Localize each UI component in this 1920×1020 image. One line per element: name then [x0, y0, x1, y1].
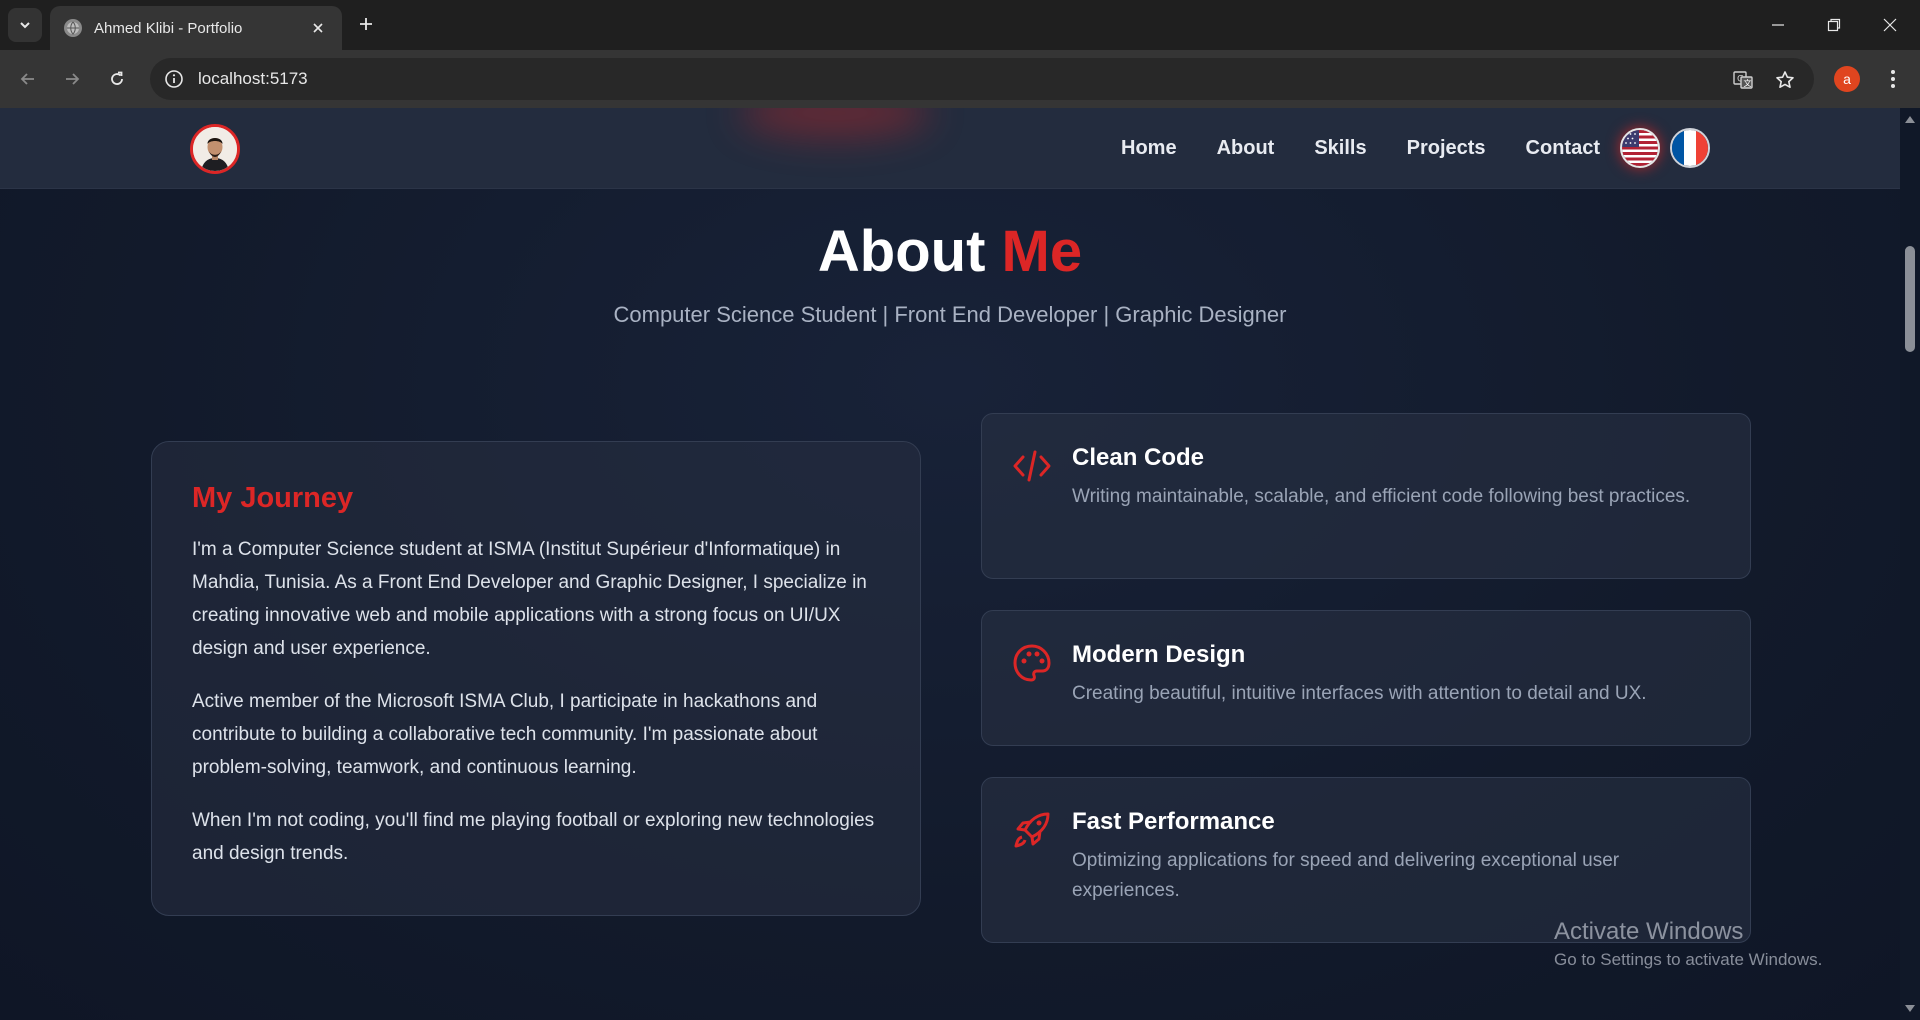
scrollbar-thumb[interactable]: [1905, 246, 1915, 352]
close-icon: [1883, 18, 1897, 32]
journey-paragraph: When I'm not coding, you'll find me play…: [192, 810, 875, 864]
decorative-glow: [740, 108, 930, 138]
new-tab-button[interactable]: [352, 10, 380, 38]
tab-title: Ahmed Klibi - Portfolio: [94, 19, 243, 37]
forward-button[interactable]: [56, 63, 88, 95]
restore-icon: [1827, 18, 1841, 32]
browser-tab-bar: Ahmed Klibi - Portfolio: [0, 0, 1920, 50]
reload-button[interactable]: [101, 63, 133, 95]
translate-icon[interactable]: G文: [1730, 67, 1756, 93]
logo-avatar[interactable]: [190, 124, 240, 174]
windows-activation-watermark: Activate Windows Go to Settings to activ…: [1554, 918, 1822, 970]
title-accent: Me: [1001, 219, 1083, 284]
nav-home[interactable]: Home: [1121, 137, 1177, 160]
more-vertical-icon: [1891, 70, 1895, 88]
browser-tab[interactable]: Ahmed Klibi - Portfolio: [50, 6, 342, 50]
arrow-right-icon: [66, 73, 80, 85]
journey-paragraph: I'm a Computer Science student at ISMA (…: [192, 539, 867, 659]
nav-contact[interactable]: Contact: [1526, 137, 1600, 160]
url-text[interactable]: localhost:5173: [198, 69, 308, 89]
site-navbar: Home About Skills Projects Contact: [0, 108, 1900, 189]
site-info-icon[interactable]: [164, 69, 184, 89]
journey-paragraph: Active member of the Microsoft ISMA Club…: [192, 691, 818, 778]
page-scrollbar[interactable]: [1900, 108, 1920, 1020]
feature-title: Clean Code: [1072, 444, 1205, 471]
feature-description: Creating beautiful, intuitive interfaces…: [1072, 683, 1647, 704]
plus-icon: [360, 18, 372, 30]
nav-about[interactable]: About: [1217, 137, 1275, 160]
chevron-down-icon: [20, 22, 30, 29]
restore-button[interactable]: [1806, 0, 1862, 50]
globe-icon: [64, 19, 82, 37]
nav-projects[interactable]: Projects: [1407, 137, 1486, 160]
palette-icon: [1013, 644, 1051, 682]
scroll-up-icon[interactable]: [1905, 114, 1915, 124]
feature-title: Modern Design: [1072, 641, 1246, 668]
us-flag-icon[interactable]: [1620, 128, 1660, 168]
feature-card-modern-design: Modern Design Creating beautiful, intuit…: [981, 610, 1751, 746]
feature-description: Writing maintainable, scalable, and effi…: [1072, 486, 1691, 507]
nav-skills[interactable]: Skills: [1314, 137, 1366, 160]
watermark-line2: Go to Settings to activate Windows.: [1554, 950, 1823, 969]
minimize-icon: [1772, 24, 1784, 26]
browser-menu-button[interactable]: [1880, 64, 1906, 94]
arrow-left-icon: [20, 73, 34, 85]
bookmark-star-icon[interactable]: [1772, 67, 1798, 93]
feature-title: Fast Performance: [1072, 808, 1275, 835]
france-flag-icon[interactable]: [1670, 128, 1710, 168]
rocket-icon: [1014, 812, 1050, 848]
tab-close-icon[interactable]: [308, 18, 328, 38]
feature-description: Optimizing applications for speed and de…: [1072, 850, 1620, 901]
back-button[interactable]: [12, 63, 44, 95]
close-window-button[interactable]: [1862, 0, 1918, 50]
scroll-down-icon[interactable]: [1905, 1004, 1915, 1014]
title-main: About: [817, 219, 986, 284]
svg-text:文: 文: [1744, 78, 1752, 88]
reload-icon: [111, 71, 123, 85]
main-menu: Home About Skills Projects Contact: [1081, 108, 1600, 189]
tab-search-button[interactable]: [8, 8, 42, 42]
feature-card-clean-code: Clean Code Writing maintainable, scalabl…: [981, 413, 1751, 579]
page-subtitle: Computer Science Student | Front End Dev…: [613, 302, 1287, 327]
profile-avatar[interactable]: a: [1834, 66, 1860, 92]
browser-toolbar: localhost:5173 G文 a: [0, 50, 1920, 108]
code-icon: [1013, 450, 1051, 482]
page-viewport: Home About Skills Projects Contact About…: [0, 108, 1900, 1020]
address-bar[interactable]: localhost:5173 G文: [150, 58, 1814, 100]
minimize-button[interactable]: [1750, 0, 1806, 50]
journey-card: My Journey I'm a Computer Science studen…: [151, 441, 921, 916]
journey-title: My Journey: [192, 482, 354, 514]
page-title: About Me: [0, 218, 1900, 285]
watermark-line1: Activate Windows: [1554, 918, 1744, 945]
